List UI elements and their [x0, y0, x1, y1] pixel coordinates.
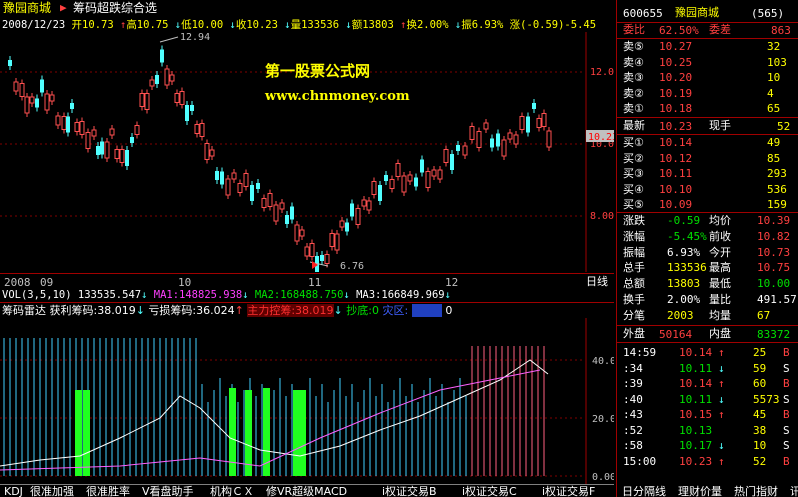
latest-row: 最新 10.23 现手 52	[623, 119, 791, 133]
stat-row: 涨跌 -0.59 均价 10.39	[623, 214, 791, 227]
play-arrow-icon[interactable]: ▶	[60, 2, 67, 13]
up-arrow-icon: ↑	[234, 304, 244, 317]
tick-row: :43 10.15 ↑ 45 B	[623, 408, 790, 421]
stock-name: 豫园商城	[3, 1, 52, 15]
ind-axis-20: 20.00	[592, 414, 614, 425]
axis-label-12: 12.00	[590, 67, 614, 78]
down-arrow-icon: ↓	[141, 289, 148, 301]
vol-value: 133535.547	[77, 289, 142, 301]
formula-name[interactable]: 筹码超跌综合选	[73, 2, 157, 14]
tab-8[interactable]: i权证交易F	[542, 486, 595, 497]
tick-row: :39 10.14 ↑ 60 B	[623, 377, 790, 390]
ask-row: 卖① 10.18 65	[623, 102, 781, 115]
ask-row: 卖③ 10.20 10	[623, 71, 781, 84]
info-open: 开10.73	[71, 19, 114, 31]
bid-row: 买③ 10.11 293	[623, 167, 787, 180]
volume-info-line: VOL(3,5,10) 133535.547↓ MA1:148825.938↓ …	[2, 290, 451, 301]
profit-chips: 获利筹码:38.019	[49, 304, 136, 317]
current-price-tag-text: 10.23	[588, 132, 614, 143]
chip-radar-chart[interactable]: 40.00 20.00 0.00	[0, 318, 614, 484]
watermark-url: www.chnmoney.com	[265, 89, 410, 104]
danger-value: 0	[445, 304, 453, 317]
bid-row: 买⑤ 10.09 159	[623, 198, 787, 211]
axis-month-10: 10	[178, 276, 192, 289]
info-amt: 额13803	[351, 19, 394, 31]
stock-number: (565)	[751, 7, 785, 20]
weibi-row: 委比 62.50% 委差 863	[623, 23, 791, 37]
tab-1[interactable]: 很准加强	[30, 486, 74, 497]
ind-axis-40: 40.00	[592, 356, 614, 367]
vol-ma1: MA1:148825.938	[153, 289, 243, 301]
down-arrow-icon: ↓	[242, 289, 249, 301]
info-low: 低10.00	[181, 19, 224, 31]
tab-6[interactable]: i权证交易B	[382, 486, 437, 497]
info-close: 收10.23	[235, 19, 278, 31]
info-date: 2008/12/23	[2, 19, 66, 31]
tick-row: :34 10.11 ↓ 59 S	[623, 361, 790, 375]
info-change: 涨(-0.59)-5.45	[509, 19, 597, 31]
info-high: 高10.75	[126, 19, 169, 31]
chart-title-bar: 豫园商城 ▶ 筹码超跌综合选	[0, 0, 614, 17]
axis-year: 2008	[4, 276, 31, 289]
outer-inner-row: 外盘 50164 内盘 83372	[623, 327, 791, 341]
stat-row: 换手 2.00% 量比 491.57	[623, 293, 797, 306]
ask-row: 卖② 10.19 4	[623, 86, 774, 100]
stock-header: 600655 豫园商城 (565)	[617, 6, 798, 21]
high-marker-label: 12.94	[180, 32, 210, 43]
indicator-name: 筹码雷达	[2, 304, 46, 317]
stat-row: 涨幅 -5.45% 前收 10.82	[623, 229, 791, 243]
vol-ma3: MA3:166849.969	[356, 289, 445, 301]
stock-code: 600655	[623, 7, 663, 20]
axis-month-11: 11	[308, 276, 322, 289]
info-turn: 换2.00%	[406, 19, 449, 31]
tab-4[interactable]: 机构ＣＸ	[210, 486, 254, 497]
down-arrow-icon: ↓	[343, 289, 350, 301]
danger-zone: 灾区:	[382, 304, 409, 317]
down-arrow-icon: ↓	[333, 304, 343, 317]
down-arrow-icon: ↓	[444, 289, 451, 301]
axis-month-12: 12	[445, 276, 459, 289]
ask-row: 卖④ 10.25 103	[623, 55, 787, 69]
bottom-fish: 抄底:0	[346, 304, 379, 317]
vol-label: VOL(3,5,10)	[2, 289, 72, 301]
quote-panel: 600655 豫园商城 (565) 委比 62.50% 委差 863 最新 10…	[616, 0, 798, 497]
bid-row: 买① 10.14 49	[623, 136, 781, 149]
stock-name-right: 豫园商城	[675, 6, 719, 19]
tab-7[interactable]: i权证交易C	[462, 486, 517, 497]
tick-row: :52 10.13 38 S	[623, 423, 790, 437]
bid-row: 买④ 10.10 536	[623, 182, 787, 196]
tick-row: 15:00 10.23 ↑ 52 B	[623, 454, 790, 468]
main-control-chips: 主力控筹:38.019	[247, 304, 334, 317]
watermark-title: 第一股票公式网	[265, 62, 371, 80]
indicator-bars	[0, 338, 549, 476]
loss-chips: 亏损筹码:36.024	[148, 304, 235, 317]
info-vol: 量133536	[290, 19, 340, 31]
stat-row: 总额 13803 最低 10.00	[623, 277, 791, 291]
down-arrow-icon: ↓	[135, 304, 145, 317]
tab-5[interactable]: 修VR超级MACD	[266, 486, 347, 497]
vol-ma2: MA2:168488.750	[254, 289, 344, 301]
ind-axis-0: 0.00	[592, 472, 614, 483]
axis-label-8: 8.00	[590, 211, 614, 222]
indicator-tabs: KDJ 很准加强 很准胜率 V看盘助手 机构ＣＸ 修VR超级MACD i权证交易B i权证交易…	[0, 484, 798, 497]
tick-row: :58 10.17 ↓ 10 S	[623, 439, 790, 452]
tick-row: 14:59 10.14 ↑ 25 B	[623, 346, 790, 359]
tab-3[interactable]: V看盘助手	[142, 486, 194, 497]
ohlc-info-line: 2008/12/23 开10.73 ↑高10.75 ↓低10.00 ↓收10.2…	[2, 20, 596, 31]
axis-month-09: 09	[40, 276, 54, 289]
tab-2[interactable]: 很准胜率	[86, 486, 130, 497]
stat-row: 总手 133536 最高 10.75	[623, 261, 791, 275]
indicator-info-line: 筹码雷达 获利筹码:38.019↓ 亏损筹码:36.024↑ 主力控筹:38.0…	[2, 304, 453, 317]
low-marker-label: 6.76	[340, 261, 364, 272]
date-axis: 2008 09 10 11 12 日线	[0, 273, 614, 289]
tick-row: :40 10.11 ↓ 5573 S	[623, 392, 790, 406]
ask-row: 卖⑤ 10.27 32	[623, 40, 781, 53]
period-label[interactable]: 日线	[586, 276, 608, 287]
stat-row: 分笔 2003 均量 67	[623, 308, 771, 322]
info-amp: 振6.93%	[461, 19, 504, 31]
tab-0[interactable]: KDJ	[4, 486, 23, 497]
stat-row: 振幅 6.93% 今开 10.73	[623, 245, 791, 259]
bid-row: 买② 10.12 85	[623, 151, 781, 165]
